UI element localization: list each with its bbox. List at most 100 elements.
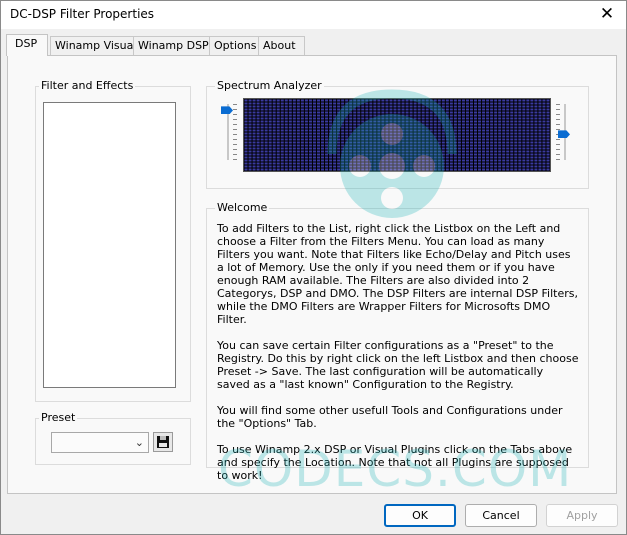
spectrum-cell	[316, 138, 320, 141]
spectrum-cell	[526, 153, 530, 156]
spectrum-cell	[353, 162, 357, 165]
apply-button[interactable]: Apply	[546, 504, 618, 527]
spectrum-cell	[397, 114, 401, 117]
tab-options[interactable]: Options	[209, 36, 264, 55]
tab-about[interactable]: About	[258, 36, 305, 55]
spectrum-cell	[514, 114, 518, 117]
spectrum-cell	[256, 150, 260, 153]
spectrum-cell	[248, 111, 252, 114]
spectrum-cell	[490, 111, 494, 114]
spectrum-cell	[308, 108, 312, 111]
spectrum-cell	[325, 108, 329, 111]
spectrum-cell	[393, 111, 397, 114]
spectrum-cell	[349, 129, 353, 132]
spectrum-cell	[453, 168, 457, 171]
spectrum-cell	[276, 159, 280, 162]
spectrum-cell	[461, 105, 465, 108]
spectrum-cell	[276, 111, 280, 114]
spectrum-cell	[518, 159, 522, 162]
spectrum-cell	[393, 126, 397, 129]
preset-select[interactable]: ⌄	[51, 432, 149, 453]
spectrum-cell	[264, 120, 268, 123]
spectrum-cell	[405, 111, 409, 114]
spectrum-cell	[381, 123, 385, 126]
spectrum-cell	[474, 138, 478, 141]
tab-dsp[interactable]: DSP	[6, 34, 48, 56]
close-icon[interactable]: ✕	[598, 5, 616, 23]
spectrum-cell	[260, 153, 264, 156]
spectrum-cell	[397, 156, 401, 159]
spectrum-cell	[453, 132, 457, 135]
spectrum-cell	[465, 114, 469, 117]
spectrum-cell	[502, 129, 506, 132]
spectrum-cell	[264, 150, 268, 153]
spectrum-cell	[425, 147, 429, 150]
spectrum-cell	[244, 165, 248, 168]
spectrum-cell	[357, 99, 361, 102]
save-preset-button[interactable]	[153, 432, 173, 452]
slider-thumb[interactable]	[221, 106, 233, 115]
tab-winamp-visual[interactable]: Winamp Visual	[50, 36, 136, 55]
spectrum-cell	[300, 165, 304, 168]
spectrum-cell	[377, 168, 381, 171]
spectrum-cell	[425, 111, 429, 114]
right-level-slider[interactable]	[558, 104, 570, 160]
filters-group-label: Filter and Effects	[39, 79, 136, 92]
spectrum-cell	[361, 120, 365, 123]
spectrum-cell	[405, 102, 409, 105]
spectrum-cell	[353, 135, 357, 138]
spectrum-cell	[546, 132, 550, 135]
left-level-slider[interactable]	[221, 104, 233, 160]
spectrum-cell	[417, 123, 421, 126]
ok-button[interactable]: OK	[384, 504, 456, 527]
filters-listbox[interactable]	[43, 102, 176, 388]
spectrum-cell	[393, 165, 397, 168]
spectrum-cell	[526, 114, 530, 117]
spectrum-cell	[469, 159, 473, 162]
spectrum-cell	[429, 126, 433, 129]
spectrum-cell	[361, 102, 365, 105]
spectrum-cell	[244, 132, 248, 135]
spectrum-cell	[397, 120, 401, 123]
spectrum-cell	[526, 132, 530, 135]
spectrum-cell	[474, 135, 478, 138]
tab-winamp-dsp[interactable]: Winamp DSP	[133, 36, 215, 55]
spectrum-cell	[276, 168, 280, 171]
spectrum-cell	[421, 126, 425, 129]
spectrum-cell	[325, 114, 329, 117]
spectrum-cell	[413, 126, 417, 129]
spectrum-cell	[405, 165, 409, 168]
spectrum-cell	[288, 141, 292, 144]
spectrum-cell	[526, 156, 530, 159]
spectrum-cell	[312, 126, 316, 129]
spectrum-cell	[333, 144, 337, 147]
cancel-button[interactable]: Cancel	[465, 504, 537, 527]
spectrum-cell	[401, 159, 405, 162]
spectrum-cell	[393, 114, 397, 117]
spectrum-cell	[417, 168, 421, 171]
spectrum-cell	[385, 105, 389, 108]
spectrum-cell	[502, 135, 506, 138]
spectrum-cell	[510, 168, 514, 171]
spectrum-cell	[389, 165, 393, 168]
spectrum-cell	[502, 105, 506, 108]
spectrum-cell	[345, 105, 349, 108]
spectrum-cell	[333, 129, 337, 132]
slider-thumb[interactable]	[558, 130, 570, 139]
spectrum-cell	[546, 156, 550, 159]
spectrum-cell	[465, 120, 469, 123]
spectrum-cell	[264, 114, 268, 117]
spectrum-cell	[502, 132, 506, 135]
title-bar[interactable]: DC-DSP Filter Properties ✕	[1, 1, 626, 29]
spectrum-cell	[288, 165, 292, 168]
spectrum-cell	[490, 150, 494, 153]
spectrum-cell	[373, 135, 377, 138]
spectrum-cell	[429, 105, 433, 108]
spectrum-cell	[272, 105, 276, 108]
spectrum-cell	[268, 147, 272, 150]
spectrum-cell	[272, 117, 276, 120]
spectrum-cell	[510, 99, 514, 102]
spectrum-cell	[292, 111, 296, 114]
spectrum-cell	[276, 99, 280, 102]
spectrum-cell	[538, 102, 542, 105]
